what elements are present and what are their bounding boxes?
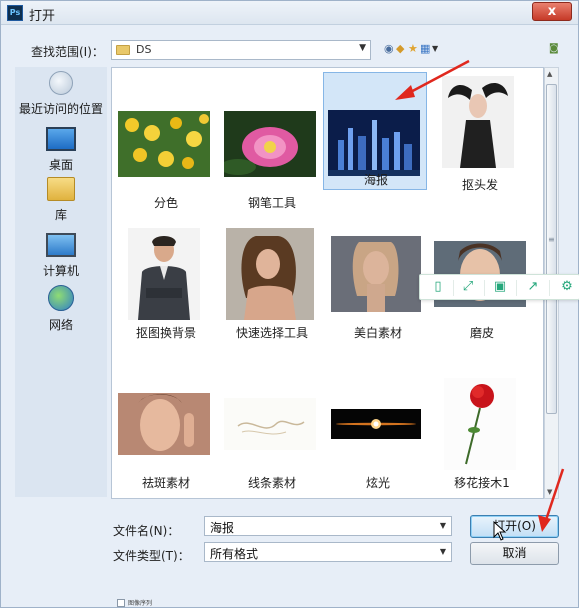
folder-options-icon[interactable]: ◙ bbox=[549, 43, 559, 54]
settings-icon[interactable]: ⚙ bbox=[559, 279, 575, 295]
chevron-down-icon: ▼ bbox=[439, 547, 446, 556]
title-bar: Ps 打开 x bbox=[1, 1, 578, 25]
file-name: 磨皮 bbox=[469, 326, 494, 340]
place-label: 最近访问的位置 bbox=[18, 102, 103, 116]
light-flare-thumbnail bbox=[330, 378, 422, 470]
file-name: 快速选择工具 bbox=[235, 326, 308, 340]
line-sketch-thumbnail bbox=[224, 378, 316, 470]
place-library[interactable]: 库 bbox=[15, 177, 107, 223]
file-item[interactable]: 快速选择工具 bbox=[220, 224, 324, 354]
new-folder-icon[interactable]: ★ bbox=[408, 42, 418, 55]
file-name: 分色 bbox=[153, 196, 178, 210]
place-label: 计算机 bbox=[42, 264, 79, 278]
look-in-label: 查找范围(I)： bbox=[31, 45, 104, 59]
fullscreen-icon[interactable]: ⤢ bbox=[460, 279, 476, 295]
share-icon[interactable]: ↗ bbox=[525, 279, 541, 295]
file-name: 海报 bbox=[363, 173, 388, 187]
file-item[interactable]: 钢笔工具 bbox=[220, 94, 324, 224]
dialog-title: 打开 bbox=[29, 9, 56, 24]
library-icon bbox=[47, 177, 75, 201]
file-name: 线条素材 bbox=[247, 476, 296, 490]
file-name: 抠图换背景 bbox=[135, 326, 196, 340]
woman-face-hand-thumbnail bbox=[118, 378, 210, 470]
file-item[interactable]: 分色 bbox=[114, 94, 218, 224]
scroll-down-icon[interactable]: ▼ bbox=[547, 488, 552, 496]
view-menu-icon[interactable]: ▦ bbox=[420, 42, 430, 55]
file-item[interactable]: 抠图换背景 bbox=[114, 224, 218, 354]
file-item[interactable]: 抠头发 bbox=[428, 72, 532, 192]
chevron-down-icon: ▼ bbox=[359, 43, 366, 53]
woman-hair-thumbnail bbox=[432, 76, 524, 168]
place-computer[interactable]: 计算机 bbox=[15, 233, 107, 279]
file-item[interactable]: 线条素材 bbox=[220, 374, 324, 498]
scrollbar-thumb[interactable] bbox=[546, 84, 557, 414]
woman-face-thumbnail bbox=[330, 228, 422, 320]
file-name: 抠头发 bbox=[461, 178, 498, 192]
businessman-thumbnail bbox=[118, 228, 210, 320]
grip-icon: ≡ bbox=[548, 235, 555, 244]
lotus-flower-thumbnail bbox=[224, 98, 316, 190]
navigation-toolbar: ◉ ◆ ★ ▦ ▼ bbox=[384, 42, 444, 56]
file-name-input[interactable]: 海报 ▼ bbox=[204, 516, 452, 536]
woman-portrait-thumbnail bbox=[224, 228, 316, 320]
save-icon[interactable]: ▣ bbox=[492, 279, 508, 295]
file-name-value: 海报 bbox=[210, 521, 235, 535]
place-label: 网络 bbox=[48, 318, 73, 332]
folder-icon bbox=[116, 45, 130, 55]
file-name: 钢笔工具 bbox=[247, 196, 296, 210]
file-name: 移花接木1 bbox=[454, 476, 510, 490]
file-type-label: 文件类型(T)： bbox=[113, 549, 190, 563]
cancel-button[interactable]: 取消 bbox=[470, 542, 559, 565]
file-item[interactable]: 移花接木1 bbox=[430, 374, 534, 498]
file-item-selected[interactable]: 海报 bbox=[323, 72, 427, 190]
floating-toolbar: ▯ ⤢ ▣ ↗ ⚙ bbox=[419, 274, 579, 300]
look-in-dropdown[interactable]: DS ▼ bbox=[111, 40, 371, 60]
desktop-icon bbox=[46, 127, 76, 151]
current-folder: DS bbox=[136, 43, 152, 56]
image-sequence-label: 图像序列 bbox=[128, 600, 153, 607]
chevron-down-icon[interactable]: ▼ bbox=[432, 44, 438, 53]
file-item[interactable]: 美白素材 bbox=[326, 224, 430, 354]
computer-icon bbox=[46, 233, 76, 257]
phone-icon[interactable]: ▯ bbox=[430, 279, 446, 295]
file-name: 美白素材 bbox=[353, 326, 402, 340]
close-button[interactable]: x bbox=[532, 2, 572, 21]
open-button[interactable]: 打开(O) bbox=[470, 515, 559, 538]
red-rose-thumbnail bbox=[434, 378, 526, 470]
chevron-down-icon[interactable]: ▼ bbox=[440, 521, 446, 530]
file-name-label: 文件名(N)： bbox=[113, 524, 180, 538]
file-name: 炫光 bbox=[365, 476, 390, 490]
file-type-value: 所有格式 bbox=[210, 547, 259, 561]
place-network[interactable]: 网络 bbox=[15, 285, 107, 333]
up-folder-icon[interactable]: ◆ bbox=[396, 42, 404, 55]
place-desktop[interactable]: 桌面 bbox=[15, 127, 107, 173]
photoshop-icon: Ps bbox=[7, 5, 23, 21]
places-sidebar: 最近访问的位置 桌面 库 计算机 网络 bbox=[15, 67, 107, 497]
image-sequence-option[interactable]: 图像序列 bbox=[117, 598, 207, 608]
mouse-cursor-icon bbox=[493, 521, 507, 541]
scroll-up-icon[interactable]: ▲ bbox=[547, 70, 552, 78]
yellow-roses-thumbnail bbox=[118, 98, 210, 190]
image-sequence-checkbox[interactable] bbox=[117, 599, 125, 607]
network-icon bbox=[48, 285, 74, 311]
file-item[interactable]: 炫光 bbox=[326, 374, 430, 498]
place-label: 库 bbox=[54, 208, 67, 222]
place-label: 桌面 bbox=[48, 158, 73, 172]
place-recent[interactable]: 最近访问的位置 bbox=[15, 71, 107, 117]
open-file-dialog: Ps 打开 x 查找范围(I)： DS ▼ ◉ ◆ ★ ▦ ▼ ◙ 最近访问的位… bbox=[0, 0, 579, 608]
file-type-dropdown[interactable]: 所有格式 ▼ bbox=[204, 542, 452, 562]
file-name: 祛斑素材 bbox=[141, 476, 190, 490]
back-icon[interactable]: ◉ bbox=[384, 42, 394, 55]
recent-places-icon bbox=[49, 71, 73, 95]
file-item[interactable]: 祛斑素材 bbox=[114, 374, 218, 498]
